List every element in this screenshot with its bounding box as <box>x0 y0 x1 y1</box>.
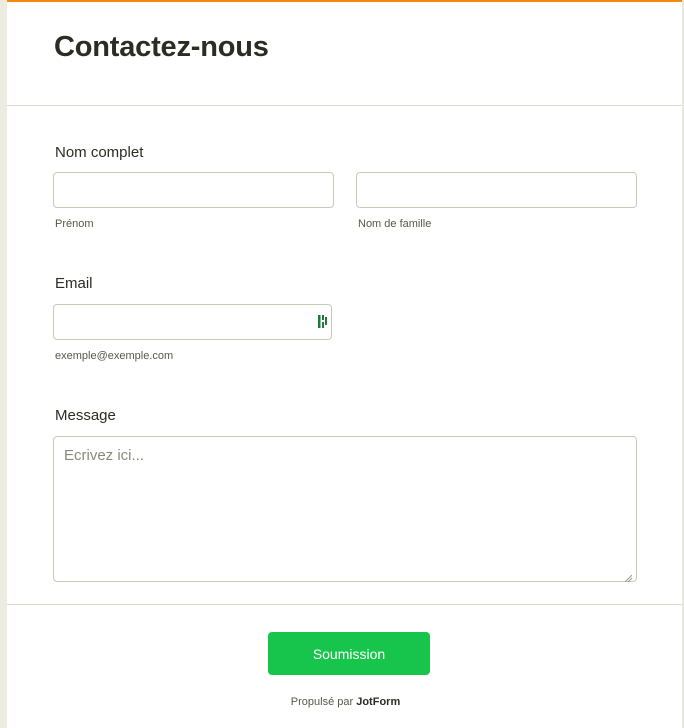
last-name-sublabel: Nom de famille <box>358 218 432 230</box>
submit-button[interactable]: Soumission <box>268 632 430 675</box>
page-title: Contactez-nous <box>54 31 269 63</box>
email-input[interactable] <box>53 304 332 340</box>
first-name-input[interactable] <box>53 172 334 208</box>
form-header: Contactez-nous <box>7 2 684 106</box>
first-name-sublabel: Prénom <box>55 218 94 230</box>
last-name-input[interactable] <box>356 172 637 208</box>
message-textarea[interactable] <box>53 436 637 582</box>
jotform-brand[interactable]: JotForm <box>356 696 400 708</box>
powered-by-prefix: Propulsé par <box>290 696 354 708</box>
autofill-icon[interactable] <box>318 314 330 330</box>
powered-by: Propulsé par JotForm <box>7 696 684 708</box>
form-page: Contactez-nous Nom complet Prénom Nom de… <box>7 0 684 728</box>
email-sublabel: exemple@exemple.com <box>55 350 174 362</box>
resize-handle-icon[interactable] <box>624 569 633 583</box>
divider <box>7 604 684 605</box>
email-label: Email <box>55 275 93 292</box>
message-label: Message <box>55 407 116 424</box>
full-name-label: Nom complet <box>55 144 144 161</box>
